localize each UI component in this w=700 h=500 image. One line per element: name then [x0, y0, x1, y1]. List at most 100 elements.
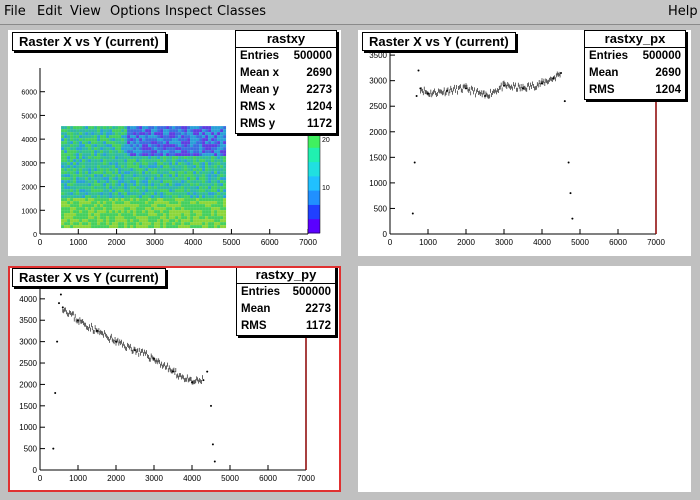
heatmap-cell: [139, 162, 143, 166]
heatmap-cell: [106, 141, 110, 145]
heatmap-cell: [142, 183, 146, 187]
heatmap-cell: [94, 225, 98, 229]
heatmap-cell: [217, 141, 221, 145]
heatmap-cell: [73, 216, 77, 220]
heatmap-cell: [193, 162, 197, 166]
heatmap-cell: [121, 165, 125, 169]
heatmap-cell: [76, 222, 80, 226]
pad-rastxy[interactable]: 0 1000 2000 3000 4000 5000 6000 7000 0 1000 2000 30…: [8, 30, 341, 256]
heatmap-cell: [202, 147, 206, 151]
heatmap-cell: [166, 204, 170, 208]
heatmap-cell: [223, 168, 227, 172]
heatmap-cell: [157, 186, 161, 190]
heatmap-cell: [109, 150, 113, 154]
heatmap-cell: [172, 213, 176, 217]
heatmap-cell: [148, 144, 152, 148]
heatmap-cell: [118, 159, 122, 163]
menu-help[interactable]: Help: [668, 4, 698, 19]
heatmap-cell: [112, 126, 116, 130]
heatmap-cell: [157, 141, 161, 145]
heatmap-cell: [145, 171, 149, 175]
y-tick-label: 0: [383, 230, 388, 239]
heatmap-cell: [193, 147, 197, 151]
heatmap-cell: [103, 198, 107, 202]
heatmap-cell: [187, 219, 191, 223]
heatmap-cell: [157, 183, 161, 187]
heatmap-cell: [187, 174, 191, 178]
menu-inspect[interactable]: Inspect: [165, 4, 212, 19]
pad-empty[interactable]: [358, 266, 691, 492]
heatmap-cell: [115, 168, 119, 172]
menu-edit[interactable]: Edit: [37, 4, 62, 19]
heatmap-cell: [217, 144, 221, 148]
heatmap-cell: [97, 198, 101, 202]
heatmap-cell: [178, 141, 182, 145]
heatmap-cell: [136, 171, 140, 175]
heatmap-cell: [106, 132, 110, 136]
heatmap-cell: [97, 189, 101, 193]
pad-rastxy-px[interactable]: 0 1000 2000 3000 4000 5000 6000 7000 0 500 1000 150…: [358, 30, 691, 256]
pad-rastxy-py[interactable]: 0 1000 2000 3000 4000 5000 6000 7000 0 500 1000 150…: [8, 266, 341, 492]
heatmap-cell: [175, 150, 179, 154]
heatmap-cell: [118, 177, 122, 181]
heatmap-cell: [115, 192, 119, 196]
heatmap-cell: [118, 219, 122, 223]
heatmap-cell: [133, 207, 137, 211]
heatmap-cell: [61, 135, 65, 139]
heatmap-cell: [148, 165, 152, 169]
menu-classes[interactable]: Classes: [217, 4, 266, 19]
y-tick-label: 0: [33, 232, 37, 239]
heatmap-cell: [64, 162, 68, 166]
heatmap-cell: [160, 171, 164, 175]
heatmap-cell: [166, 198, 170, 202]
heatmap-cell: [157, 159, 161, 163]
heatmap-cell: [196, 189, 200, 193]
heatmap-cell: [154, 129, 158, 133]
heatmap-cell: [160, 147, 164, 151]
heatmap-cell: [193, 201, 197, 205]
heatmap-cell: [208, 207, 212, 211]
heatmap-cell: [103, 186, 107, 190]
heatmap-cell: [85, 153, 89, 157]
heatmap-cell: [88, 141, 92, 145]
heatmap-cell: [91, 141, 95, 145]
heatmap-cell: [97, 222, 101, 226]
heatmap-cell: [208, 147, 212, 151]
heatmap-cell: [190, 147, 194, 151]
heatmap-cell: [175, 159, 179, 163]
heatmap-cell: [163, 141, 167, 145]
heatmap-cell: [79, 144, 83, 148]
heatmap-cell: [205, 192, 209, 196]
heatmap-cell: [217, 180, 221, 184]
heatmap-cell: [181, 147, 185, 151]
heatmap-cell: [142, 138, 146, 142]
heatmap-cell: [199, 153, 203, 157]
data-point: [567, 161, 570, 164]
heatmap-cell: [199, 159, 203, 163]
heatmap-cell: [121, 216, 125, 220]
heatmap-cell: [142, 174, 146, 178]
menu-view[interactable]: View: [70, 4, 101, 19]
heatmap-cell: [175, 174, 179, 178]
heatmap-cell: [205, 129, 209, 133]
heatmap-cell: [127, 186, 131, 190]
heatmap-cell: [76, 189, 80, 193]
heatmap-cell: [205, 183, 209, 187]
heatmap-cell: [67, 144, 71, 148]
heatmap-cell: [112, 216, 116, 220]
heatmap-cell: [169, 132, 173, 136]
heatmap-cell: [103, 189, 107, 193]
menu-options[interactable]: Options: [110, 4, 160, 19]
heatmap-cell: [79, 216, 83, 220]
heatmap-cell: [133, 156, 137, 160]
heatmap-cell: [85, 210, 89, 214]
heatmap-cell: [136, 144, 140, 148]
heatmap-cell: [202, 150, 206, 154]
menu-file[interactable]: File: [4, 4, 26, 19]
heatmap-cell: [76, 162, 80, 166]
heatmap-cell: [82, 165, 86, 169]
heatmap-cell: [175, 186, 179, 190]
heatmap-cell: [214, 189, 218, 193]
stats-name: rastxy_px: [585, 31, 685, 48]
palette-segment: [308, 204, 320, 220]
